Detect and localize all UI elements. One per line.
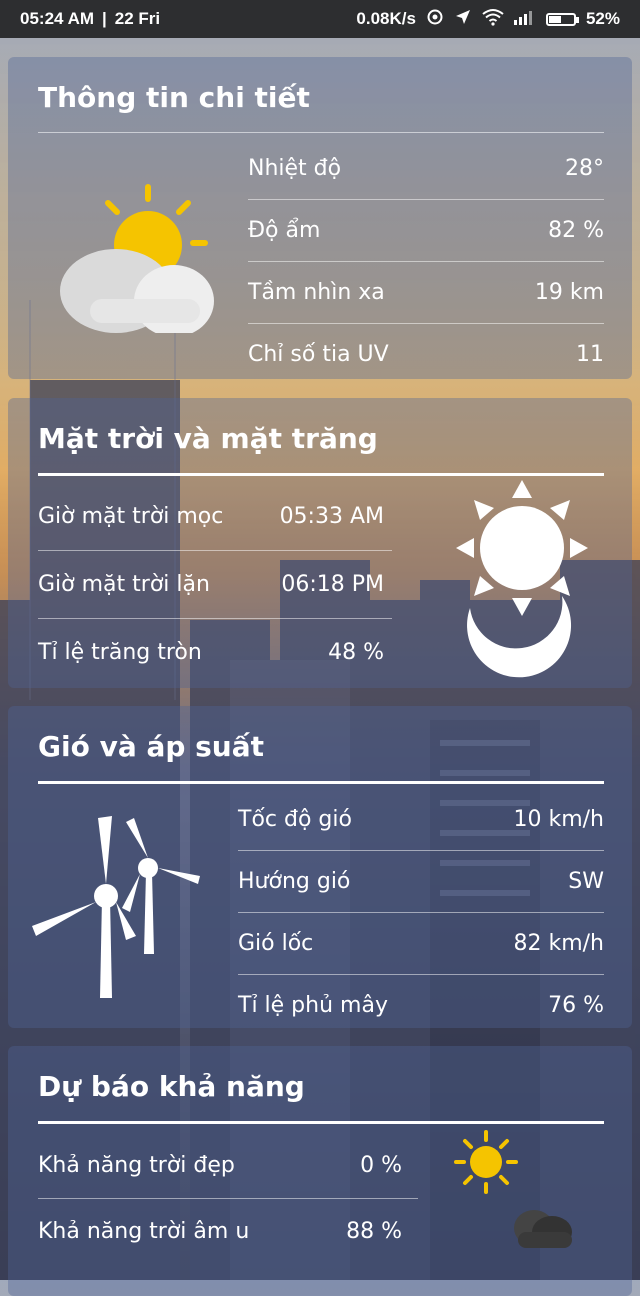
- details-row: Độ ẩm 82 %: [248, 199, 604, 261]
- sun-moon-title: Mặt trời và mặt trăng: [38, 422, 378, 455]
- forecast-card: Dự báo khả năng Khả năng trời đẹp 0 % Khả …: [8, 1046, 632, 1296]
- partly-cloudy-icon: [50, 183, 220, 337]
- details-row: Tầm nhìn xa 19 km: [248, 261, 604, 323]
- details-row-label: Nhiệt độ: [248, 155, 342, 181]
- details-row-label: Chỉ số tia UV: [248, 341, 389, 367]
- wind-divider: [38, 781, 604, 784]
- forecast-row-value: 88 %: [346, 1218, 402, 1244]
- wind-row-label: Tốc độ gió: [238, 806, 352, 832]
- forecast-divider: [38, 1121, 604, 1124]
- details-row: Chỉ số tia UV 11: [248, 323, 604, 385]
- wind-row-value: 10 km/h: [513, 806, 604, 832]
- details-row-value: 28°: [565, 155, 604, 181]
- status-time: 05:24 AM: [20, 9, 95, 28]
- details-row-value: 19 km: [534, 279, 604, 305]
- battery-percent: 52%: [585, 9, 620, 28]
- sun_moon-row-label: Tỉ lệ trăng tròn: [38, 639, 202, 665]
- sun_moon-row: Giờ mặt trời lặn 06:18 PM: [38, 550, 384, 618]
- status-separator: |: [102, 9, 107, 28]
- wind-card: Gió và áp suất Tốc độ gió 10 km/h Hướng gi…: [8, 706, 632, 1028]
- details-row-value: 82 %: [548, 217, 604, 243]
- signal-icon: [513, 9, 536, 30]
- forecast-row-value: 0 %: [360, 1152, 402, 1178]
- wind-row: Gió lốc 82 km/h: [238, 912, 604, 974]
- wind-turbine-icon: [26, 816, 206, 1010]
- details-row-label: Tầm nhìn xa: [248, 279, 385, 305]
- wind-row-label: Gió lốc: [238, 930, 314, 956]
- wind-row: Tốc độ gió 10 km/h: [238, 788, 604, 850]
- wind-row-value: 82 km/h: [513, 930, 604, 956]
- status-date: 22 Fri: [114, 9, 161, 28]
- sun_moon-row: Giờ mặt trời mọc 05:33 AM: [38, 482, 384, 550]
- forecast-row-label: Khả năng trời đẹp: [38, 1152, 235, 1178]
- wifi-icon: [482, 8, 504, 31]
- wind-title: Gió và áp suất: [38, 730, 265, 763]
- forecast-row-label: Khả năng trời âm u: [38, 1218, 250, 1244]
- sun_moon-row-label: Giờ mặt trời lặn: [38, 571, 210, 597]
- sun_moon-row-label: Giờ mặt trời mọc: [38, 503, 224, 529]
- dark-cloud-icon: [506, 1202, 576, 1256]
- sun_moon-row-value: 05:33 AM: [279, 503, 384, 529]
- forecast-title: Dự báo khả năng: [38, 1070, 305, 1103]
- details-title: Thông tin chi tiết: [38, 81, 310, 114]
- sun-moon-icon: [452, 478, 592, 682]
- wind-row: Hướng gió SW: [238, 850, 604, 912]
- details-row-value: 11: [576, 341, 604, 367]
- location-arrow-icon: [454, 8, 472, 31]
- sun_moon-row: Tỉ lệ trăng tròn 48 %: [38, 618, 384, 686]
- details-row-label: Độ ẩm: [248, 217, 321, 243]
- battery-icon: [545, 12, 579, 26]
- sun-moon-divider: [38, 473, 604, 476]
- network-speed: 0.08K/s: [356, 9, 416, 28]
- sun_moon-row-value: 06:18 PM: [281, 571, 384, 597]
- sun-icon: [454, 1130, 518, 1198]
- wind-row-value: SW: [568, 868, 604, 894]
- details-divider: [38, 132, 604, 133]
- forecast-row: Khả năng trời đẹp 0 %: [38, 1132, 402, 1198]
- sun_moon-row-value: 48 %: [328, 639, 384, 665]
- sun-moon-card: Mặt trời và mặt trăng Giờ mặt trời mọc 05…: [8, 398, 632, 688]
- forecast-row: Khả năng trời âm u 88 %: [38, 1198, 402, 1264]
- status-bar: 05:24 AM | 22 Fri 0.08K/s 52%: [0, 0, 640, 38]
- sync-icon: [426, 8, 444, 31]
- wind-row: Tỉ lệ phủ mây 76 %: [238, 974, 604, 1036]
- details-card: Thông tin chi tiết Nhiệt độ 28° Độ ẩm 82 % T…: [8, 57, 632, 379]
- wind-row-label: Hướng gió: [238, 868, 351, 894]
- details-row: Nhiệt độ 28°: [248, 137, 604, 199]
- wind-row-label: Tỉ lệ phủ mây: [238, 992, 388, 1018]
- wind-row-value: 76 %: [548, 992, 604, 1018]
